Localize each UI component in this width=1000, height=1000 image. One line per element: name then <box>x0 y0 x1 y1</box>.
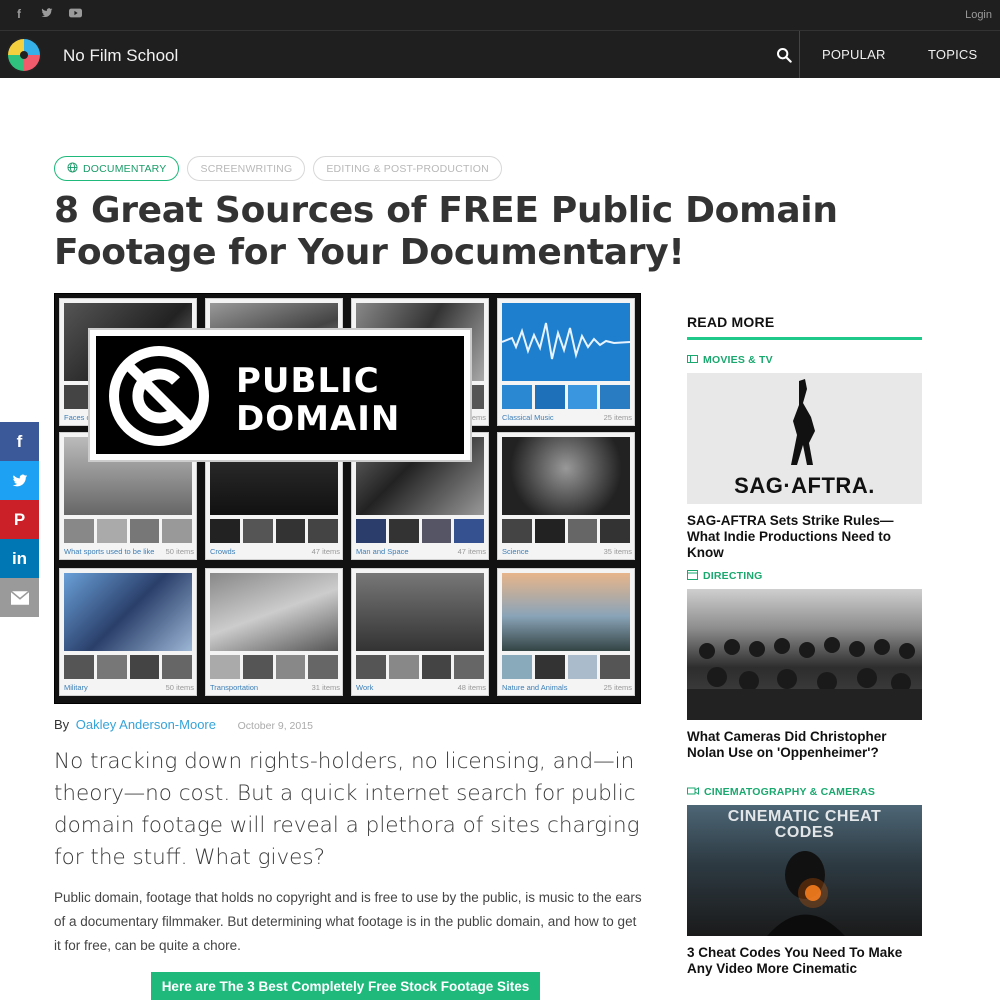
share-facebook-button[interactable]: f <box>0 422 39 461</box>
nav-topics[interactable]: TOPICS <box>928 47 977 62</box>
linkedin-icon: in <box>11 548 28 568</box>
article-lede: No tracking down rights-holders, no lice… <box>54 749 640 870</box>
clapperboard-icon <box>687 569 698 583</box>
twitter-icon[interactable] <box>40 7 54 21</box>
byline-prefix: By <box>54 717 70 732</box>
public-domain-text: PUBLIC DOMAIN <box>236 361 401 439</box>
search-button[interactable] <box>768 31 800 78</box>
tag-editing-post-production[interactable]: EDITING & POST-PRODUCTION <box>313 156 502 181</box>
hero-tile: Science 35 items <box>497 432 635 560</box>
share-twitter-button[interactable] <box>0 461 39 500</box>
free-footage-sites-button[interactable]: Here are The 3 Best Completely Free Stoc… <box>151 972 540 1000</box>
nav-popular[interactable]: POPULAR <box>822 47 886 62</box>
hero-tile: Classical Music 25 items <box>497 298 635 426</box>
publish-date: October 9, 2015 <box>237 720 313 732</box>
public-domain-icon <box>109 346 209 446</box>
card-title[interactable]: 3 Cheat Codes You Need To Make Any Video… <box>687 945 922 977</box>
read-more-heading: READ MORE <box>687 314 922 340</box>
youtube-icon[interactable] <box>68 7 82 21</box>
hero-tile: Nature and Animals 25 items <box>497 568 635 696</box>
article-paragraph: Public domain, footage that holds no cop… <box>54 890 642 953</box>
card-title[interactable]: What Cameras Did Christopher Nolan Use o… <box>687 729 922 761</box>
card-category[interactable]: CINEMATOGRAPHY & CAMERAS <box>687 785 922 799</box>
hero-tile: Military 50 items <box>59 568 197 696</box>
author-link[interactable]: Oakley Anderson-Moore <box>76 717 216 732</box>
search-icon <box>777 47 792 63</box>
tag-label: DOCUMENTARY <box>83 162 167 175</box>
nav-divider <box>799 31 800 78</box>
hero-tile: Transportation 31 items <box>205 568 343 696</box>
site-header: No Film School POPULAR TOPICS <box>0 31 1000 78</box>
globe-icon <box>67 161 78 176</box>
tv-icon <box>687 354 698 367</box>
card-image[interactable] <box>687 589 922 720</box>
share-linkedin-button[interactable]: in <box>0 539 39 578</box>
login-link[interactable]: Login <box>965 9 992 21</box>
sag-aftra-logo: SAG·AFTRA. <box>734 473 875 498</box>
site-logo-icon[interactable] <box>6 37 42 73</box>
card-title[interactable]: SAG-AFTRA Sets Strike Rules—What Indie P… <box>687 513 922 561</box>
tag-screenwriting[interactable]: SCREENWRITING <box>187 156 306 181</box>
hero-image: Faces o ems Classical Music 25 items What… <box>54 293 641 704</box>
byline: By Oakley Anderson-Moore October 9, 2015 <box>54 717 313 732</box>
read-more-card[interactable]: CINEMATOGRAPHY & CAMERAS CINEMATIC CHEAT… <box>687 785 922 976</box>
read-more-card[interactable]: MOVIES & TV SAG·AFTRA. SAG-AFTRA Sets St… <box>687 353 922 560</box>
read-more-sidebar: READ MORE MOVIES & TV SAG·AFTRA. SAG-AFT… <box>687 314 922 976</box>
card-category[interactable]: MOVIES & TV <box>687 353 922 367</box>
article-tags: DOCUMENTARY SCREENWRITING EDITING & POST… <box>54 156 502 181</box>
card-image[interactable]: CINEMATIC CHEAT CODES <box>687 805 922 936</box>
camera-icon <box>687 786 699 799</box>
share-bar: f P in <box>0 422 39 617</box>
twitter-icon <box>12 474 27 486</box>
read-more-card[interactable]: DIRECTING What Cameras Did Christopher N… <box>687 569 922 760</box>
social-links: f <box>12 7 82 21</box>
facebook-icon: f <box>16 431 23 451</box>
hero-tile: Work 48 items <box>351 568 489 696</box>
share-email-button[interactable] <box>0 578 39 617</box>
public-domain-banner: PUBLIC DOMAIN <box>88 328 472 462</box>
article-headline: 8 Great Sources of FREE Public Domain Fo… <box>54 190 838 273</box>
share-pinterest-button[interactable]: P <box>0 500 39 539</box>
card-category[interactable]: DIRECTING <box>687 569 922 583</box>
site-title[interactable]: No Film School <box>63 46 178 66</box>
pinterest-icon: P <box>13 509 26 529</box>
top-bar: f Login <box>0 0 1000 31</box>
facebook-icon[interactable]: f <box>12 7 26 21</box>
tag-documentary[interactable]: DOCUMENTARY <box>54 156 180 181</box>
card-image[interactable]: SAG·AFTRA. <box>687 373 922 504</box>
email-icon <box>10 590 29 605</box>
